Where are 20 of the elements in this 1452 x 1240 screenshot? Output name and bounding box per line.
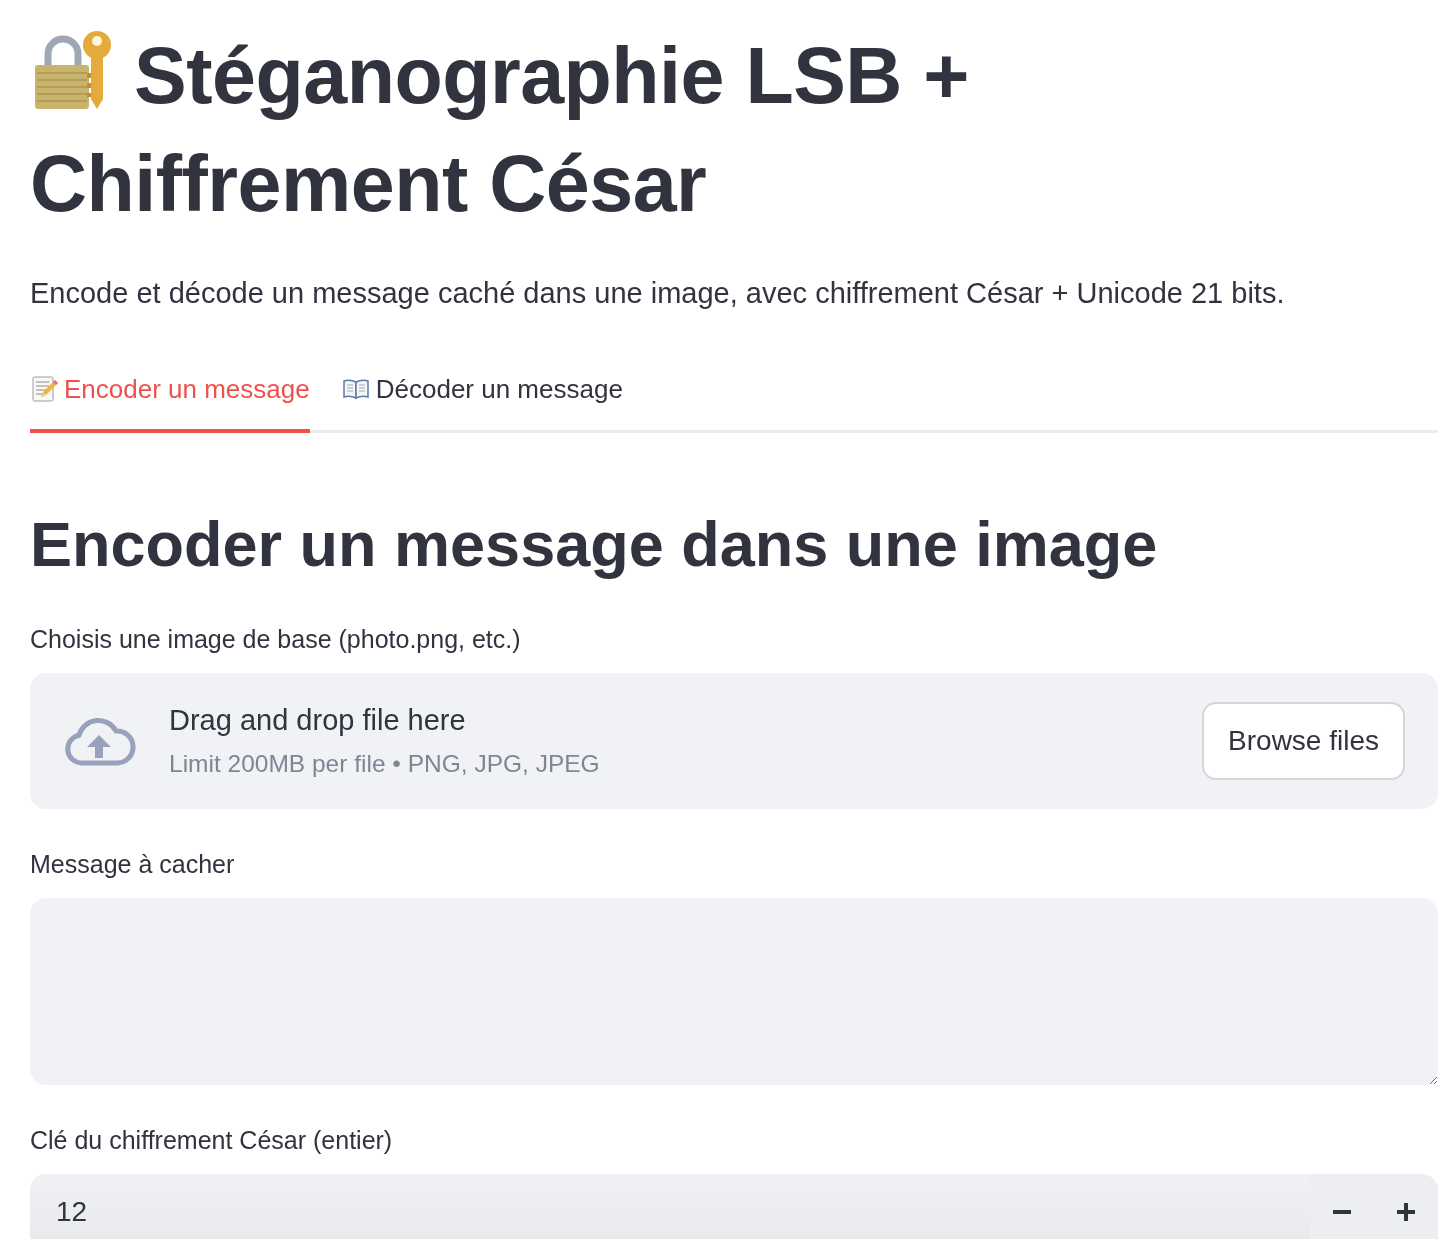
minus-icon: [1333, 1209, 1351, 1214]
cloud-upload-icon: [62, 715, 136, 767]
page-title: Chiffrement César: [30, 139, 707, 228]
field-label: Clé du chiffrement César (entier): [30, 1125, 394, 1156]
file-dropzone[interactable]: Drag and drop file here Limit 200MB per file • PNG, JPG, JPEG Browse files: [30, 673, 1438, 809]
dropzone-hint: Limit 200MB per file • PNG, JPG, JPEG: [169, 749, 600, 779]
tab[interactable]: Décoder un message: [341, 369, 623, 433]
number-input[interactable]: 12: [30, 1174, 1310, 1239]
plus-icon: [1397, 1202, 1415, 1221]
memo-pencil-icon: [30, 375, 58, 403]
field-label: Message à cacher: [30, 849, 236, 880]
subtitle-text: Encode et décode un message caché dans une image, avec chiffrement César + Unicode 21 bits.: [30, 276, 1286, 311]
message-textarea[interactable]: [30, 898, 1438, 1085]
field-label: Choisis une image de base (photo.png, etc.): [30, 624, 522, 655]
browse-files-button[interactable]: Browse files: [1202, 702, 1405, 780]
page-title: Stéganographie LSB +: [134, 31, 969, 120]
tab[interactable]: Encoder un message: [30, 369, 310, 433]
increment-button[interactable]: [1374, 1174, 1438, 1239]
section-heading: Encoder un message dans une image: [30, 508, 1159, 581]
dropzone-prompt: Drag and drop file here: [169, 703, 467, 738]
